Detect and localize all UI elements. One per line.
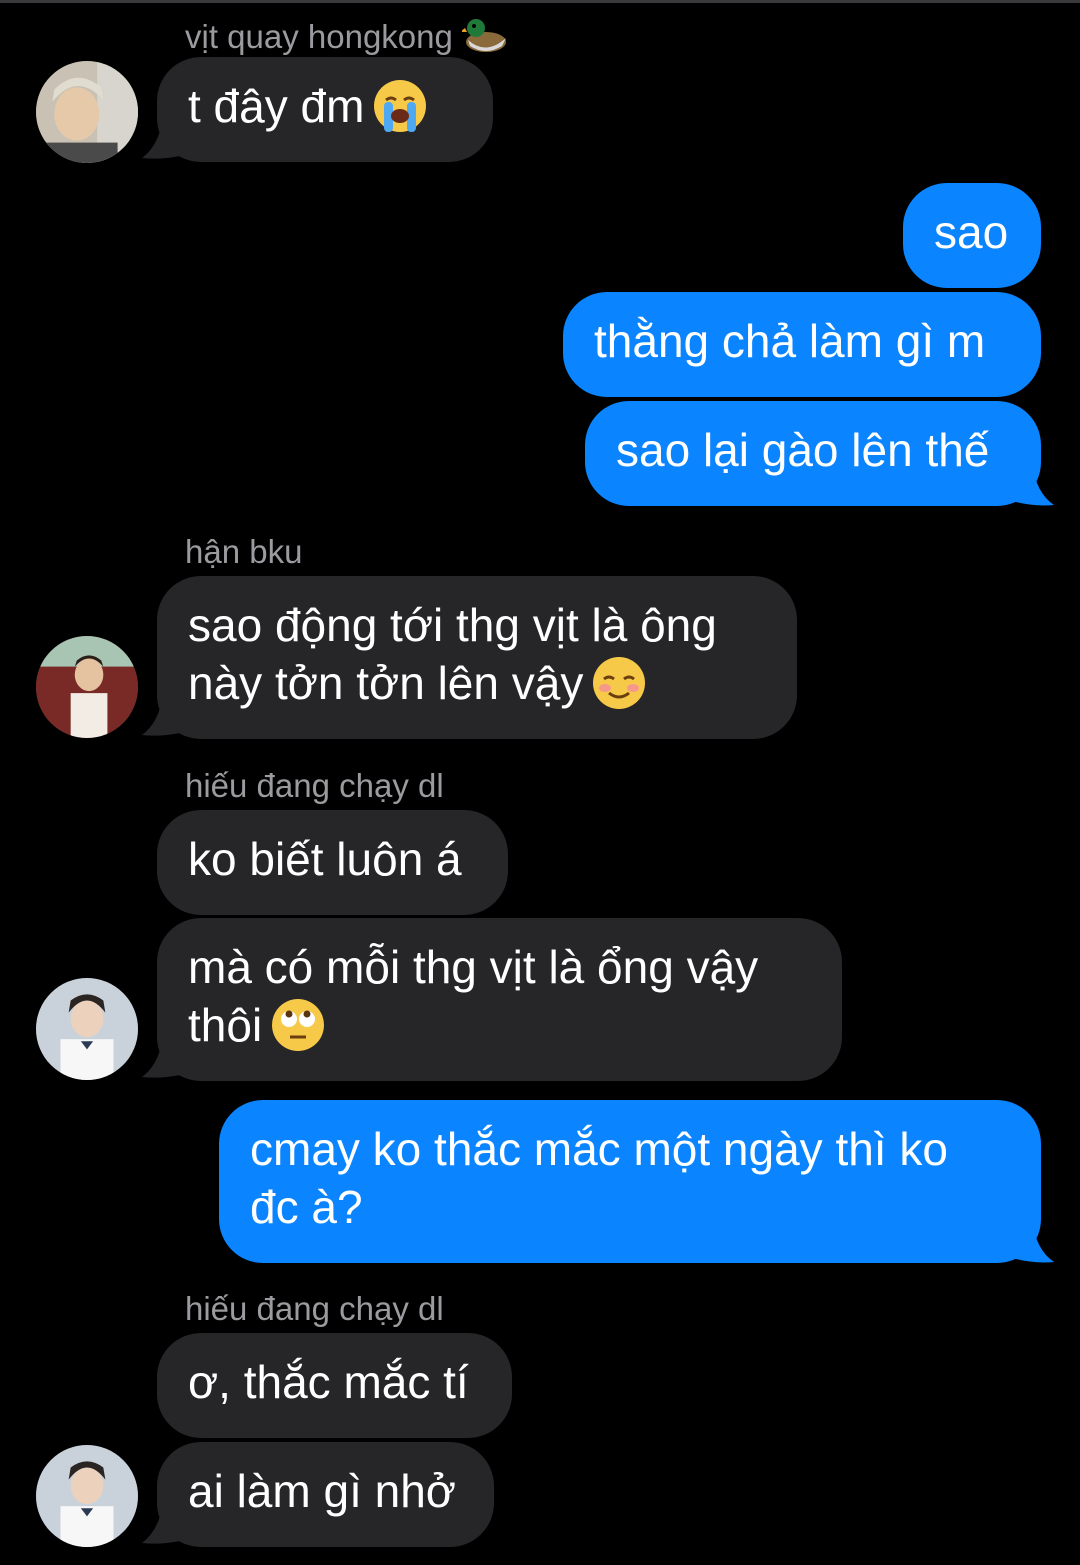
bubble-tail: [142, 699, 180, 736]
message-bubble-outgoing[interactable]: sao lại gào lên thế: [585, 401, 1041, 506]
sender-name: hiếu đang chạy dl: [185, 767, 444, 804]
message-text: ai làm gì nhở: [188, 1465, 456, 1517]
message-text-line: thôi: [188, 999, 263, 1051]
avatar[interactable]: [36, 636, 138, 738]
message-text-line: cmay ko thắc mắc một ngày thì ko: [250, 1123, 948, 1175]
bubble-tail: [142, 1041, 180, 1078]
bubble-tail: [1012, 463, 1054, 506]
message-bubble-incoming[interactable]: mà có mỗi thg vịt là ổng vậy thôi: [157, 918, 842, 1081]
sender-name: hận bku: [185, 533, 303, 570]
message-bubble-outgoing[interactable]: cmay ko thắc mắc một ngày thì ko đc à?: [219, 1100, 1041, 1263]
message-bubble-outgoing[interactable]: sao: [903, 183, 1041, 288]
duck-icon: [460, 16, 510, 64]
bubble-tail: [142, 122, 180, 159]
avatar[interactable]: [36, 1445, 138, 1547]
message-bubble-incoming[interactable]: ko biết luôn á: [157, 810, 508, 915]
sender-name: hiếu đang chạy dl: [185, 1290, 444, 1327]
message-text: sao lại gào lên thế: [616, 424, 990, 476]
bubble-tail: [142, 1507, 180, 1544]
smiling-face-icon: [591, 655, 647, 711]
avatar[interactable]: [36, 978, 138, 1080]
message-bubble-incoming[interactable]: t đây đm: [157, 57, 493, 162]
message-text: ơ, thắc mắc tí: [188, 1356, 469, 1408]
message-text-line: đc à?: [250, 1181, 363, 1233]
message-bubble-incoming[interactable]: ơ, thắc mắc tí: [157, 1333, 512, 1438]
loudly-crying-face-icon: [372, 78, 428, 134]
message-text: ko biết luôn á: [188, 833, 462, 885]
face-with-rolling-eyes-icon: [270, 997, 326, 1053]
avatar[interactable]: [36, 61, 138, 163]
message-text: thằng chả làm gì m: [594, 315, 986, 367]
message-bubble-incoming[interactable]: ai làm gì nhở: [157, 1442, 494, 1547]
message-bubble-outgoing[interactable]: thằng chả làm gì m: [563, 292, 1041, 397]
message-text-line: này tởn tởn lên vậy: [188, 657, 584, 709]
message-text-line: sao động tới thg vịt là ông: [188, 599, 717, 651]
bubble-tail: [1012, 1220, 1054, 1263]
message-text-line: mà có mỗi thg vịt là ổng vậy: [188, 941, 759, 993]
message-text: t đây đm: [188, 80, 365, 132]
message-text: sao: [934, 206, 1009, 258]
message-bubble-incoming[interactable]: sao động tới thg vịt là ông này tởn tởn …: [157, 576, 797, 739]
top-divider: [0, 0, 1080, 3]
